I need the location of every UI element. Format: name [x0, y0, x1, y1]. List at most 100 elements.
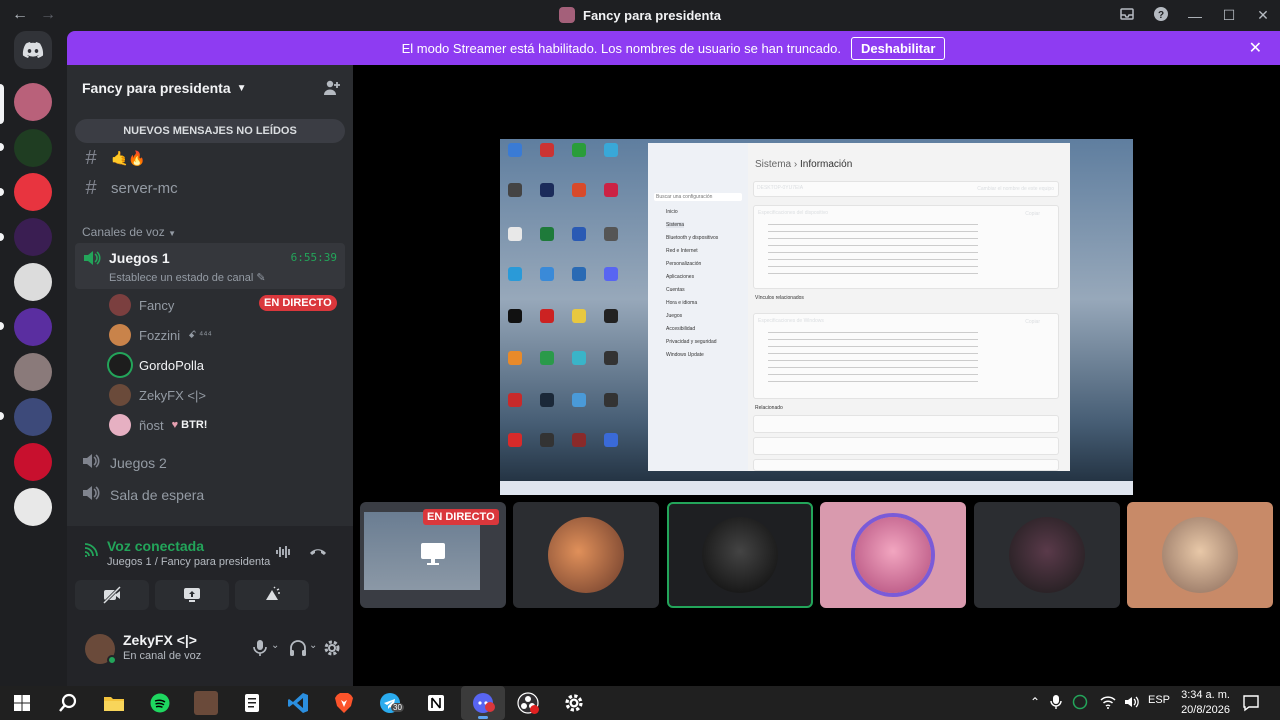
spotify-icon[interactable] — [148, 691, 172, 715]
help-icon[interactable]: ? — [1144, 6, 1178, 25]
server-cat-icon[interactable] — [14, 353, 52, 391]
voice-channel-name: Juegos 2 — [110, 454, 167, 471]
participant-tile[interactable] — [974, 502, 1120, 608]
windows-start-icon[interactable] — [10, 691, 34, 715]
headphones-icon[interactable] — [289, 639, 307, 662]
voice-user[interactable]: ZekyFX <|> — [109, 382, 206, 408]
user-name[interactable]: ZekyFX <|> — [123, 632, 197, 648]
close-button[interactable]: ✕ — [1246, 7, 1280, 24]
participant-tile[interactable] — [1127, 502, 1273, 608]
minimize-button[interactable]: — — [1178, 8, 1212, 24]
server-cartoon-icon[interactable] — [14, 398, 52, 436]
update-tray-icon[interactable] — [1072, 694, 1088, 715]
screen-share-stream[interactable]: Buscar una configuración Inicio Sistema … — [500, 139, 1133, 495]
clock[interactable]: 3:34 a. m. 20/8/2026 — [1181, 688, 1230, 718]
breadcrumb-current: Información — [800, 159, 853, 170]
voice-user[interactable]: Fozzini ꗃ ⁴⁴⁴ — [109, 322, 212, 348]
server-fancy-icon[interactable] — [14, 83, 52, 121]
desktop-icon — [604, 393, 618, 407]
maximize-button[interactable]: ☐ — [1212, 7, 1246, 24]
brave-icon[interactable] — [332, 691, 356, 715]
desktop-icon — [540, 393, 554, 407]
microphone-tray-icon[interactable] — [1050, 694, 1062, 715]
server-mundo-hacker-icon[interactable] — [14, 129, 52, 167]
gear-icon[interactable] — [323, 639, 341, 662]
server-family-icon[interactable] — [14, 218, 52, 256]
voice-user[interactable]: Fancy — [109, 292, 174, 318]
telegram-icon[interactable]: 30 — [378, 691, 404, 715]
soundboard-button[interactable] — [235, 580, 309, 610]
volume-icon[interactable] — [1124, 695, 1140, 714]
camera-off-button[interactable] — [75, 580, 149, 610]
participant-tile-speaking[interactable] — [667, 502, 813, 608]
noise-suppression-icon[interactable] — [275, 544, 293, 565]
settings-nav-item: Windows Update — [666, 352, 704, 358]
voice-connected-title[interactable]: Voz conectada — [107, 538, 204, 554]
file-explorer-icon[interactable] — [102, 691, 126, 715]
voice-channel-name: Juegos 1 — [109, 250, 170, 266]
text-channel-emoji[interactable]: # 🤙🔥 — [81, 147, 145, 170]
discord-home-icon[interactable] — [14, 31, 52, 69]
voice-channel-juegos-1[interactable]: Juegos 1 6:55:39 Establece un estado de … — [75, 243, 345, 289]
notepad-icon[interactable] — [240, 691, 264, 715]
voice-user[interactable]: ñost ♥ BTR! — [109, 412, 207, 438]
server-chess-icon[interactable] — [14, 488, 52, 526]
inbox-icon[interactable] — [1110, 6, 1144, 25]
voice-user-name: GordoPolla — [139, 357, 205, 373]
live-badge: EN DIRECTO — [259, 295, 337, 311]
voice-channel-juegos-2[interactable]: Juegos 2 — [82, 453, 167, 472]
participant-thumbnails: EN DIRECTO — [360, 502, 1280, 608]
settings-gear-icon[interactable] — [562, 691, 586, 715]
guild-header[interactable]: Fancy para presidenta ▼ — [67, 65, 353, 111]
speaker-icon — [82, 453, 100, 472]
recording-dot-icon — [530, 705, 539, 714]
desktop-icon — [604, 183, 618, 197]
disable-streamer-button[interactable]: Deshabilitar — [850, 36, 946, 60]
settings-search: Buscar una configuración — [654, 193, 742, 201]
notification-badge-icon — [485, 702, 495, 712]
search-icon[interactable] — [56, 691, 80, 715]
voice-connected-subtitle[interactable]: Juegos 1 / Fancy para presidenta — [107, 556, 270, 568]
desktop-icon — [572, 143, 586, 157]
chevron-up-icon[interactable]: ⌃ — [1030, 695, 1040, 709]
desktop-icon — [508, 267, 522, 281]
voice-channel-name: Sala de espera — [110, 486, 205, 503]
desktop-icon — [604, 267, 618, 281]
settings-breadcrumb: Sistema › Información — [755, 159, 853, 170]
text-channel-server-mc[interactable]: # server-mc — [81, 177, 177, 200]
guild-tag: ♥ BTR! — [171, 419, 208, 431]
server-uk-flag-icon[interactable] — [14, 443, 52, 481]
participant-tile[interactable] — [513, 502, 659, 608]
game-app-icon[interactable] — [194, 691, 218, 715]
voice-channel-sala-de-espera[interactable]: Sala de espera — [82, 485, 204, 504]
chevron-down-icon[interactable]: ⌄ — [271, 640, 279, 651]
voice-user-speaking[interactable]: GordoPolla — [109, 352, 204, 378]
close-icon[interactable]: ✕ — [1249, 38, 1262, 58]
obs-icon[interactable] — [516, 691, 540, 715]
settings-nav-item: Bluetooth y dispositivos — [666, 235, 719, 241]
notion-icon[interactable] — [424, 691, 448, 715]
desktop-icon — [540, 227, 554, 241]
voice-category[interactable]: Canales de voz ▼ — [82, 225, 176, 239]
stream-thumbnail[interactable]: EN DIRECTO — [360, 502, 506, 608]
breadcrumb-parent: Sistema — [755, 159, 792, 170]
server-gwc-icon[interactable] — [14, 308, 52, 346]
share-screen-button[interactable] — [155, 580, 229, 610]
stream-taskbar — [500, 481, 1133, 495]
invite-people-icon[interactable] — [323, 79, 341, 100]
input-language[interactable]: ESP — [1148, 694, 1170, 706]
discord-taskbar-icon[interactable] — [461, 686, 505, 720]
wifi-icon[interactable] — [1100, 695, 1116, 714]
microphone-icon[interactable] — [252, 639, 268, 662]
vscode-icon[interactable] — [286, 691, 310, 715]
new-messages-pill[interactable]: NUEVOS MENSAJES NO LEÍDOS — [75, 119, 345, 143]
disconnect-icon[interactable] — [308, 544, 328, 563]
channel-status-prompt[interactable]: Establece un estado de canal ✎ — [109, 271, 266, 284]
participant-tile[interactable] — [820, 502, 966, 608]
device-name: DESKTOP-0YU7EIA — [757, 185, 804, 191]
chevron-down-icon[interactable]: ⌄ — [309, 640, 317, 651]
server-ea-icon[interactable] — [14, 263, 52, 301]
live-badge: EN DIRECTO — [423, 509, 499, 525]
notifications-icon[interactable] — [1242, 694, 1260, 717]
server-8-icon[interactable] — [14, 173, 52, 211]
